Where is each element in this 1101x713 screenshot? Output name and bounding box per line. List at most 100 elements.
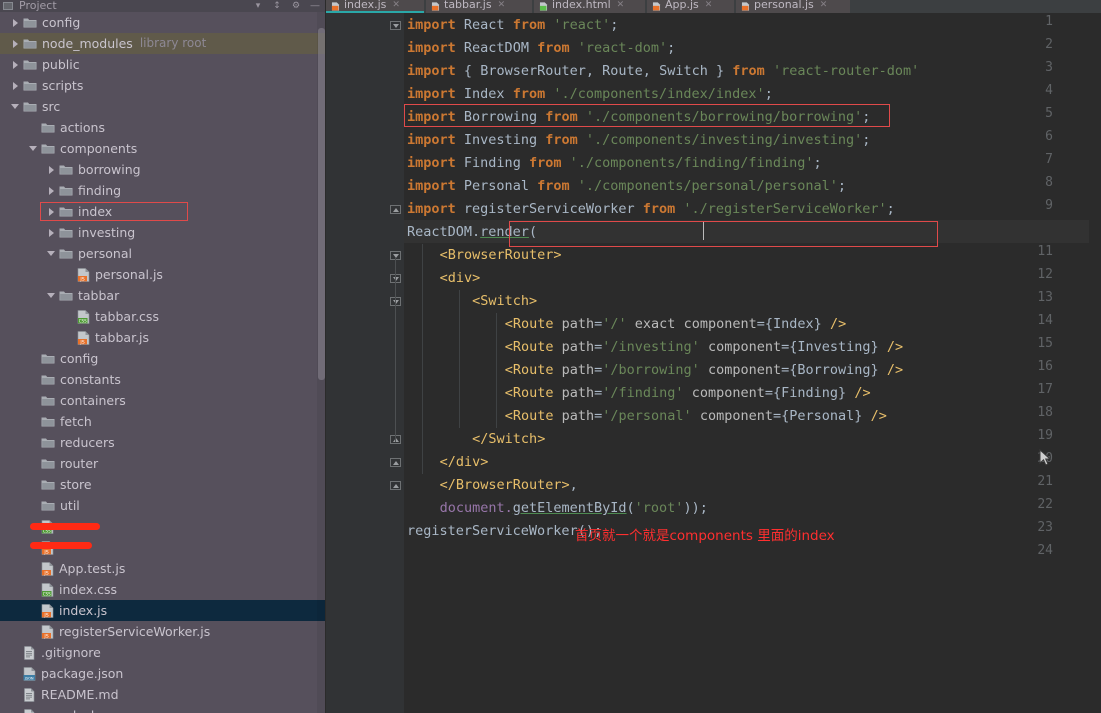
tree-row[interactable]: store [0,474,326,495]
tree-indent-spacer [28,437,39,448]
tree-row[interactable]: investing [0,222,326,243]
code-line[interactable]: import Finding from './components/findin… [407,152,822,175]
tree-row[interactable]: components [0,138,326,159]
tree-indent-spacer [28,416,39,427]
editor-tab[interactable]: index.html✕ [534,0,645,13]
code-line[interactable]: <Route path='/personal' component={Perso… [407,405,887,428]
tree-row[interactable]: README.md [0,684,326,705]
tree-row[interactable]: node_moduleslibrary root [0,33,326,54]
tree-row-label: util [60,495,80,516]
code-line[interactable]: <Route path='/' exact component={Index} … [407,313,846,336]
code-editor[interactable]: 123456789101112131415161718192021222324 … [326,13,1101,713]
code-line[interactable]: import React from 'react'; [407,14,618,37]
tree-row-label: store [60,474,92,495]
folder-icon [41,500,55,512]
tree-row[interactable]: CSS [0,516,326,537]
tree-row[interactable]: JStabbar.js [0,327,326,348]
tree-row[interactable]: JSregisterServiceWorker.js [0,621,326,642]
tree-row[interactable]: JSONpackage.json [0,663,326,684]
code-line[interactable]: </div> [407,451,488,474]
editor-tab[interactable]: tabbar.js✕ [426,0,532,13]
close-icon[interactable]: ✕ [705,0,713,10]
tree-row[interactable]: scripts [0,75,326,96]
tree-row[interactable]: CSSindex.css [0,579,326,600]
code-line[interactable]: import registerServiceWorker from './reg… [407,198,895,221]
close-icon[interactable]: ✕ [498,0,506,10]
code-line[interactable]: </Switch> [407,428,545,451]
editor-tab[interactable]: App.js✕ [647,0,734,13]
chevron-down-icon[interactable] [10,101,21,112]
code-line[interactable]: document.getElementById('root')); [407,497,708,520]
code-line[interactable]: <Switch> [407,290,537,313]
settings-gear-icon[interactable]: ⚙ [291,1,301,11]
chevron-down-icon[interactable] [28,143,39,154]
code-line[interactable]: import { BrowserRouter, Route, Switch } … [407,60,919,83]
tree-row-label: registerServiceWorker.js [59,621,210,642]
chevron-right-icon[interactable] [46,164,57,175]
code-line[interactable]: <BrowserRouter> [407,244,562,267]
collapse-all-icon[interactable]: ▾ [253,1,263,11]
chevron-right-icon[interactable] [10,17,21,28]
code-line[interactable]: registerServiceWorker(); [407,520,602,543]
tree-row[interactable]: .gitignore [0,642,326,663]
code-line[interactable]: import ReactDOM from 'react-dom'; [407,37,675,60]
tree-row[interactable]: reducers [0,432,326,453]
tree-indent-spacer [10,647,21,658]
tree-row[interactable]: containers [0,390,326,411]
close-icon[interactable]: ✕ [820,0,828,10]
tree-row[interactable]: config [0,348,326,369]
editor-scrollbar[interactable] [1089,26,1101,713]
project-file-tree[interactable]: confignode_moduleslibrary rootpublicscri… [0,12,326,713]
code-line[interactable]: <Route path='/borrowing' component={Borr… [407,359,903,382]
close-icon[interactable]: ✕ [392,0,400,10]
tree-row[interactable]: router [0,453,326,474]
code-line[interactable]: import Index from './components/index/in… [407,83,773,106]
text-file-icon [23,709,36,713]
chevron-right-icon[interactable] [10,59,21,70]
code-line[interactable]: <Route path='/finding' component={Findin… [407,382,871,405]
close-icon[interactable]: ✕ [617,0,625,10]
chevron-right-icon[interactable] [46,206,57,217]
tree-row[interactable]: tabbar [0,285,326,306]
code-line[interactable]: <div> [407,267,480,290]
redaction-mark [30,542,92,549]
tree-row[interactable]: util [0,495,326,516]
chevron-down-icon[interactable] [46,248,57,259]
code-line[interactable]: import Personal from './components/perso… [407,175,846,198]
editor-tab-bar[interactable]: index.js✕tabbar.js✕index.html✕App.js✕per… [326,0,1101,13]
chevron-right-icon[interactable] [10,38,21,49]
chevron-down-icon[interactable] [46,290,57,301]
tree-row[interactable]: JSindex.js [0,600,326,621]
tree-row[interactable]: JSApp.test.js [0,558,326,579]
chinese-annotation: 首页就一个就是components 里面的index [575,524,835,544]
code-line[interactable]: ReactDOM.render( [407,221,537,244]
tree-row[interactable]: yarn.lock [0,705,326,713]
editor-tab[interactable]: index.js✕ [326,0,424,13]
tree-row[interactable]: src [0,96,326,117]
code-content[interactable]: import React from 'react';import ReactDO… [326,13,1101,713]
tree-row[interactable]: actions [0,117,326,138]
chevron-right-icon[interactable] [10,80,21,91]
indent-guide [459,290,460,428]
tree-row[interactable]: CSStabbar.css [0,306,326,327]
editor-tab[interactable]: personal.js✕ [736,0,850,13]
sidebar-scrollbar-thumb[interactable] [318,28,325,380]
hide-icon[interactable]: ― [310,1,320,11]
expand-icon[interactable]: ↕ [272,1,282,11]
tree-row[interactable]: index [0,201,326,222]
code-line[interactable]: <Route path='/investing' component={Inve… [407,336,903,359]
chevron-right-icon[interactable] [46,227,57,238]
chevron-right-icon[interactable] [46,185,57,196]
tree-row[interactable]: config [0,12,326,33]
tree-row[interactable]: constants [0,369,326,390]
code-line[interactable]: import Borrowing from './components/borr… [407,106,870,129]
tree-row[interactable]: borrowing [0,159,326,180]
tree-row[interactable]: personal [0,243,326,264]
tree-row[interactable]: fetch [0,411,326,432]
tree-row[interactable]: finding [0,180,326,201]
tree-row[interactable]: JSpersonal.js [0,264,326,285]
code-line[interactable]: import Investing from './components/inve… [407,129,870,152]
code-line[interactable]: </BrowserRouter>, [407,474,578,497]
tree-row[interactable]: public [0,54,326,75]
tree-row[interactable]: JS [0,537,326,558]
